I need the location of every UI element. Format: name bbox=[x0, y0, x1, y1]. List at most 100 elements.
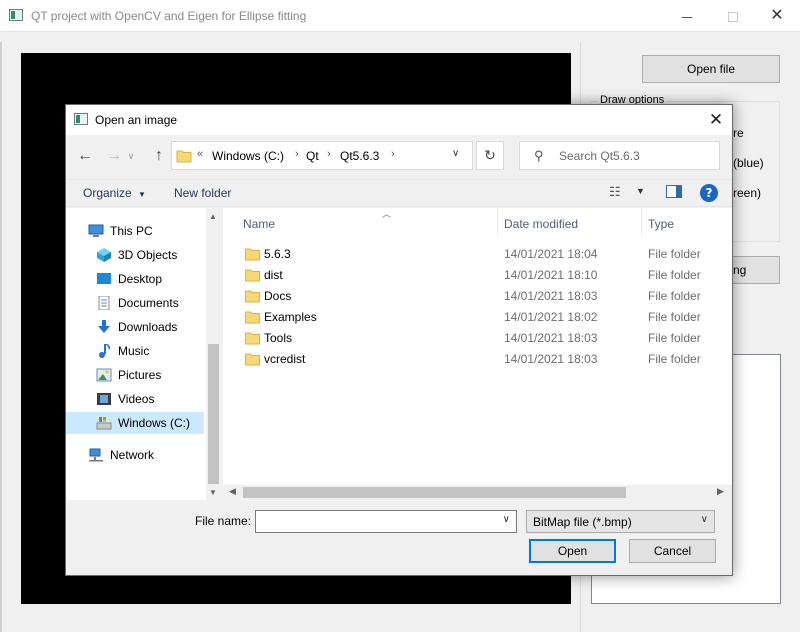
file-row[interactable]: vcredist 14/01/2021 18:03 File folder bbox=[223, 348, 732, 369]
file-row[interactable]: Tools 14/01/2021 18:03 File folder bbox=[223, 327, 732, 348]
horizontal-scrollbar[interactable]: ◀ ▶ bbox=[223, 485, 732, 500]
nav-label: This PC bbox=[110, 224, 153, 238]
file-row[interactable]: Docs 14/01/2021 18:03 File folder bbox=[223, 285, 732, 306]
open-button[interactable]: Open bbox=[529, 539, 616, 563]
draw-option-3[interactable]: reen) bbox=[733, 186, 761, 200]
column-divider[interactable] bbox=[497, 208, 498, 235]
arrow-up-icon: ↑ bbox=[155, 147, 163, 164]
file-row[interactable]: Examples 14/01/2021 18:02 File folder bbox=[223, 306, 732, 327]
preview-pane-icon[interactable] bbox=[666, 185, 682, 198]
back-button[interactable]: ← bbox=[74, 145, 96, 167]
nav-item-network[interactable]: Network bbox=[66, 444, 206, 466]
folder-icon bbox=[245, 332, 260, 345]
breadcrumb-overflow[interactable]: « bbox=[197, 148, 203, 160]
chevron-down-icon[interactable]: ∨ bbox=[503, 514, 510, 525]
draw-option-2[interactable]: (blue) bbox=[733, 156, 764, 170]
file-type: File folder bbox=[648, 268, 701, 282]
scroll-right-icon[interactable]: ▶ bbox=[717, 486, 724, 497]
column-label: Name bbox=[243, 217, 276, 231]
file-row[interactable]: 5.6.3 14/01/2021 18:04 File folder bbox=[223, 243, 732, 264]
file-date: 14/01/2021 18:04 bbox=[504, 247, 598, 261]
forward-button[interactable]: → bbox=[103, 145, 125, 167]
view-options-icon[interactable]: ☷ bbox=[609, 184, 621, 200]
new-folder-button[interactable]: New folder bbox=[174, 186, 231, 200]
nav-label: 3D Objects bbox=[118, 248, 178, 262]
dialog-app-icon bbox=[74, 113, 88, 125]
nav-label: Videos bbox=[118, 392, 155, 406]
folder-icon bbox=[245, 353, 260, 366]
up-button[interactable]: ↑ bbox=[148, 145, 170, 167]
refresh-button[interactable]: ↻ bbox=[476, 141, 504, 170]
recent-locations-button[interactable]: ∨ bbox=[125, 145, 137, 167]
column-header-type[interactable]: Type bbox=[648, 211, 728, 235]
nav-label: Music bbox=[118, 344, 150, 358]
chevron-right-icon[interactable]: › bbox=[327, 148, 331, 160]
refresh-icon: ↻ bbox=[484, 147, 496, 163]
arrow-left-icon: ← bbox=[77, 147, 93, 164]
scroll-thumb[interactable] bbox=[208, 344, 219, 484]
minimize-button[interactable] bbox=[664, 0, 710, 32]
nav-label: Windows (C:) bbox=[118, 416, 191, 430]
file-type: File folder bbox=[648, 331, 701, 345]
open-image-dialog: Open an image ✕ ← → ∨ ↑ « Windows (C:) ›… bbox=[65, 104, 733, 576]
nav-scrollbar[interactable]: ▲ ▼ bbox=[206, 208, 221, 500]
folder-icon bbox=[245, 290, 260, 303]
nav-item-music[interactable]: Music bbox=[66, 340, 206, 362]
cancel-button[interactable]: Cancel bbox=[629, 539, 716, 563]
maximize-button[interactable] bbox=[710, 0, 756, 32]
close-button[interactable]: ✕ bbox=[754, 0, 800, 32]
nav-item-pictures[interactable]: Pictures bbox=[66, 364, 206, 386]
nav-item-3d-objects[interactable]: 3D Objects bbox=[66, 244, 206, 266]
chevron-right-icon[interactable]: › bbox=[391, 148, 395, 160]
scroll-down-icon[interactable]: ▼ bbox=[209, 488, 217, 497]
file-type-value: BitMap file (*.bmp) bbox=[533, 515, 632, 529]
nav-item-videos[interactable]: Videos bbox=[66, 388, 206, 410]
open-file-button[interactable]: Open file bbox=[642, 55, 780, 83]
file-type: File folder bbox=[648, 247, 701, 261]
scroll-left-icon[interactable]: ◀ bbox=[229, 486, 236, 497]
nav-item-desktop[interactable]: Desktop bbox=[66, 268, 206, 290]
breadcrumb-item-qt563[interactable]: Qt5.6.3 bbox=[340, 149, 379, 163]
search-input[interactable]: ⚲ Search Qt5.6.3 bbox=[519, 141, 720, 170]
main-titlebar: QT project with OpenCV and Eigen for Ell… bbox=[0, 0, 800, 32]
search-icon: ⚲ bbox=[534, 148, 544, 163]
file-name-input[interactable]: ∨ bbox=[255, 510, 517, 533]
drive-icon bbox=[96, 417, 112, 430]
file-name: Docs bbox=[264, 289, 292, 303]
arrow-right-icon: → bbox=[106, 147, 122, 164]
scroll-up-icon[interactable]: ▲ bbox=[209, 212, 217, 221]
nav-item-documents[interactable]: Documents bbox=[66, 292, 206, 314]
breadcrumb-item-windows[interactable]: Windows (C:) bbox=[212, 149, 284, 163]
nav-label: Desktop bbox=[118, 272, 163, 286]
dialog-close-button[interactable]: ✕ bbox=[702, 107, 730, 133]
organize-button[interactable]: Organize ▼ bbox=[83, 186, 146, 200]
file-type-select[interactable]: BitMap file (*.bmp) ∨ bbox=[526, 510, 715, 533]
chevron-right-icon[interactable]: › bbox=[295, 148, 299, 160]
nav-item-windows-c[interactable]: Windows (C:) bbox=[66, 412, 204, 434]
address-bar[interactable]: « Windows (C:) › Qt › Qt5.6.3 › ∨ bbox=[171, 141, 473, 170]
videos-icon bbox=[97, 393, 111, 405]
network-icon bbox=[89, 448, 103, 462]
view-dropdown-icon[interactable]: ▼ bbox=[636, 186, 645, 196]
nav-item-downloads[interactable]: Downloads bbox=[66, 316, 206, 338]
scroll-thumb[interactable] bbox=[243, 487, 626, 498]
file-date: 14/01/2021 18:03 bbox=[504, 331, 598, 345]
file-name: 5.6.3 bbox=[264, 247, 291, 261]
file-type: File folder bbox=[648, 289, 701, 303]
help-icon[interactable]: ? bbox=[700, 184, 718, 202]
organize-label: Organize bbox=[83, 186, 132, 200]
breadcrumb-item-qt[interactable]: Qt bbox=[306, 149, 319, 163]
column-divider[interactable] bbox=[641, 208, 642, 235]
address-dropdown-icon[interactable]: ∨ bbox=[452, 148, 459, 159]
nav-label: Documents bbox=[118, 296, 179, 310]
column-header-name[interactable]: Name ︿ bbox=[243, 209, 497, 235]
file-date: 14/01/2021 18:02 bbox=[504, 310, 598, 324]
file-row[interactable]: dist 14/01/2021 18:10 File folder bbox=[223, 264, 732, 285]
file-name: dist bbox=[264, 268, 283, 282]
main-window-title: QT project with OpenCV and Eigen for Ell… bbox=[31, 9, 307, 23]
column-header-date[interactable]: Date modified bbox=[504, 211, 641, 235]
nav-label: Pictures bbox=[118, 368, 162, 382]
draw-option-1[interactable]: re bbox=[733, 126, 744, 140]
3d-objects-icon bbox=[97, 248, 111, 262]
nav-item-this-pc[interactable]: This PC bbox=[66, 220, 206, 242]
